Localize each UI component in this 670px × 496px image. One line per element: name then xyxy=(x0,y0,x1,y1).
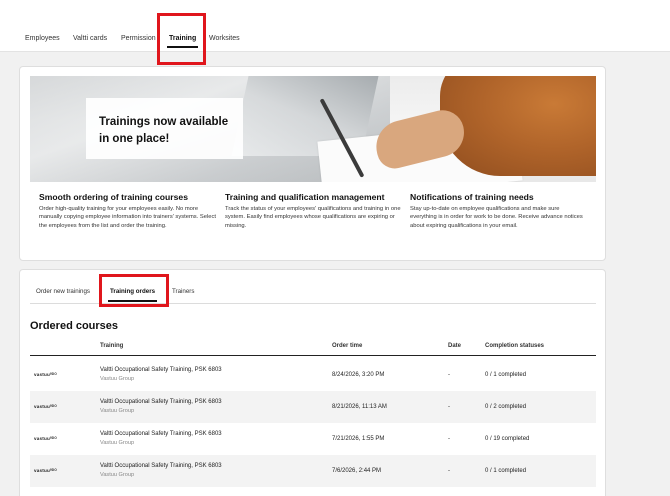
table-row[interactable]: vastuu⁰ᴰᴼ Valtti Occupational Safety Tra… xyxy=(30,455,596,487)
order-date: - xyxy=(448,372,450,378)
sweater-image xyxy=(440,76,596,176)
vastuu-logo: vastuu⁰ᴰᴼ xyxy=(34,404,57,409)
feature-management: Training and qualification management Tr… xyxy=(225,192,401,230)
hero-headline: Trainings now available in one place! xyxy=(99,116,229,145)
tab-valtti-cards[interactable]: Valtti cards xyxy=(73,34,107,43)
training-org: Vastuu Group xyxy=(100,472,135,478)
feature-text: Track the status of your employees' qual… xyxy=(225,206,401,229)
completion-status: 0 / 19 completed xyxy=(485,436,530,442)
orders-subtabs: Order new trainings Training orders Trai… xyxy=(30,280,596,304)
feature-notifications: Notifications of training needs Stay up-… xyxy=(410,192,585,230)
completion-status: 0 / 1 completed xyxy=(485,372,527,378)
feature-title: Training and qualification management xyxy=(225,192,385,202)
training-org: Vastuu Group xyxy=(100,376,135,382)
completion-status: 0 / 1 completed xyxy=(485,468,527,474)
completion-status: 0 / 2 completed xyxy=(485,404,527,410)
order-time: 8/21/2026, 11:13 AM xyxy=(332,404,387,410)
feature-text: Stay up-to-date on employee qualificatio… xyxy=(410,206,583,229)
column-completion-statuses: Completion statuses xyxy=(485,343,545,349)
vastuu-logo: vastuu⁰ᴰᴼ xyxy=(34,468,57,473)
order-date: - xyxy=(448,436,450,442)
top-nav: Employees Valtti cards Permission Traini… xyxy=(0,0,670,52)
table-row[interactable]: vastuu⁰ᴰᴼ Valtti Occupational Safety Tra… xyxy=(30,359,596,391)
order-time: 7/21/2026, 1:55 PM xyxy=(332,436,385,442)
hero-banner: Trainings now available in one place! xyxy=(30,76,596,182)
tab-training[interactable]: Training xyxy=(166,34,199,48)
order-date: - xyxy=(448,404,450,410)
tab-employees[interactable]: Employees xyxy=(25,34,60,43)
order-time: 8/24/2026, 3:20 PM xyxy=(332,372,385,378)
training-name: Valtti Occupational Safety Training, PSK… xyxy=(100,431,222,437)
subtab-order-new-trainings[interactable]: Order new trainings xyxy=(36,288,90,295)
subtab-training-orders[interactable]: Training orders xyxy=(107,288,158,302)
vastuu-logo: vastuu⁰ᴰᴼ xyxy=(34,436,57,441)
training-org: Vastuu Group xyxy=(100,408,135,414)
column-date: Date xyxy=(448,343,462,349)
feature-text: Order high-quality training for your emp… xyxy=(39,206,217,229)
order-date: - xyxy=(448,468,450,474)
training-name: Valtti Occupational Safety Training, PSK… xyxy=(100,399,222,405)
tab-worksites[interactable]: Worksites xyxy=(209,34,240,43)
ordered-courses-title: Ordered courses xyxy=(30,320,119,332)
tab-permission[interactable]: Permission xyxy=(121,34,156,43)
info-card: Trainings now available in one place! Sm… xyxy=(19,66,606,261)
feature-title: Notifications of training needs xyxy=(410,192,534,202)
orders-card: Order new trainings Training orders Trai… xyxy=(19,269,606,496)
table-row[interactable]: vastuu⁰ᴰᴼ Valtti Occupational Safety Tra… xyxy=(30,423,596,455)
training-name: Valtti Occupational Safety Training, PSK… xyxy=(100,367,222,373)
hero-text-box: Trainings now available in one place! xyxy=(86,98,243,159)
table-row[interactable]: vastuu⁰ᴰᴼ Valtti Occupational Safety Tra… xyxy=(30,391,596,423)
orders-table-header: Training Order time Date Completion stat… xyxy=(30,340,596,356)
feature-title: Smooth ordering of training courses xyxy=(39,192,188,202)
vastuu-logo: vastuu⁰ᴰᴼ xyxy=(34,372,57,377)
order-time: 7/6/2026, 2:44 PM xyxy=(332,468,382,474)
training-name: Valtti Occupational Safety Training, PSK… xyxy=(100,463,222,469)
subtab-trainers[interactable]: Trainers xyxy=(172,288,194,295)
column-training: Training xyxy=(100,343,124,349)
training-org: Vastuu Group xyxy=(100,440,135,446)
feature-ordering: Smooth ordering of training courses Orde… xyxy=(39,192,219,230)
column-order-time: Order time xyxy=(332,343,363,349)
